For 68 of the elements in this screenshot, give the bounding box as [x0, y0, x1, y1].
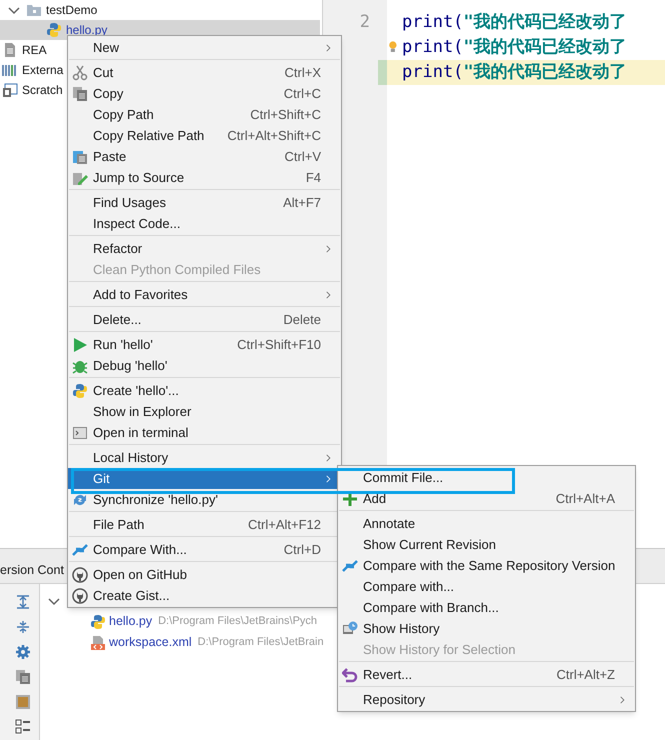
menu-item[interactable]: New [68, 37, 341, 58]
copy-icon [72, 86, 88, 102]
tree-item[interactable]: Scratch [22, 84, 63, 96]
menu-item[interactable]: Inspect Code... [68, 213, 341, 234]
menu-item[interactable]: Show in Explorer [68, 401, 341, 422]
menu-item[interactable]: Paste Ctrl+V [68, 146, 341, 167]
file-path: D:\Program Files\JetBrain [198, 635, 324, 650]
menu-item[interactable]: Add to Favorites [68, 284, 341, 305]
changed-file[interactable]: workspace.xml [109, 633, 192, 652]
tree-item[interactable]: Externa [22, 64, 64, 76]
menu-item[interactable]: Revert... Ctrl+Alt+Z [338, 664, 635, 685]
menu-item[interactable]: Repository [338, 689, 635, 710]
menu-item[interactable]: Refactor [68, 238, 341, 259]
menu-item[interactable]: Jump to Source F4 [68, 167, 341, 188]
cat-circle-icon [72, 588, 88, 604]
menu-item[interactable]: Compare with... [338, 576, 635, 597]
tree-item[interactable]: hello.py [66, 24, 108, 36]
square-icon[interactable] [15, 694, 31, 710]
changed-file[interactable]: hello.py [109, 612, 152, 631]
python-file-icon [46, 22, 62, 38]
settings-icon[interactable] [15, 644, 31, 660]
menu-item[interactable]: Show History [338, 618, 635, 639]
arrows-icon [342, 558, 358, 574]
bars-icon [2, 62, 18, 78]
menu-item[interactable]: Cut Ctrl+X [68, 62, 341, 83]
line-number: 2 [360, 10, 370, 34]
file-path: D:\Program Files\JetBrains\Pych [158, 614, 318, 630]
menu-item[interactable]: Annotate [338, 513, 635, 534]
menu-item[interactable]: Open on GitHub [68, 564, 341, 585]
menu-item[interactable]: Compare with the Same Repository Version [338, 555, 635, 576]
menu-item[interactable]: Compare With... Ctrl+D [68, 539, 341, 560]
scissors-icon [72, 64, 88, 80]
python-file-icon [90, 614, 106, 630]
collapse-all-icon[interactable] [15, 619, 31, 635]
terminal-icon [72, 424, 88, 440]
menu-item[interactable]: Synchronize 'hello.py' [68, 489, 341, 510]
code-line: print("我的代码已经改动了 [402, 36, 627, 59]
xml-file-icon [90, 634, 106, 650]
menu-item[interactable]: Create 'hello'... [68, 380, 341, 401]
menu-item[interactable]: Delete... Delete [68, 309, 341, 330]
copy-icon[interactable] [15, 669, 31, 685]
panel-title: ersion Cont [0, 562, 64, 579]
menu-item[interactable]: Add Ctrl+Alt+A [338, 488, 635, 509]
code-line: print("我的代码已经改动了 [402, 60, 627, 84]
expand-all-icon[interactable] [15, 594, 31, 610]
menu-item[interactable]: Copy Path Ctrl+Shift+C [68, 104, 341, 125]
play-icon [72, 336, 88, 352]
menu-item[interactable]: Copy Ctrl+C [68, 83, 341, 104]
code-line: print("我的代码已经改动了 [402, 10, 627, 34]
menu-item[interactable]: Debug 'hello' [68, 355, 341, 376]
menu-item[interactable]: Find Usages Alt+F7 [68, 192, 341, 213]
menu-item[interactable]: Create Gist... [68, 585, 341, 606]
menu-item[interactable]: Local History [68, 447, 341, 468]
menu-item[interactable]: Open in terminal [68, 422, 341, 443]
clipboard-icon [72, 148, 88, 164]
clock-monitor-icon [342, 620, 358, 636]
menu-item[interactable]: Copy Relative Path Ctrl+Alt+Shift+C [68, 125, 341, 146]
cat-circle-icon [72, 566, 88, 582]
tree-item[interactable]: REA [22, 44, 47, 56]
tree-item[interactable]: testDemo [46, 4, 98, 16]
checklist-icon[interactable] [15, 719, 31, 735]
menu-item[interactable]: File Path Ctrl+Alt+F12 [68, 514, 341, 535]
menu-item[interactable]: Compare with Branch... [338, 597, 635, 618]
arrows-icon [72, 542, 88, 558]
menu-item[interactable]: Run 'hello' Ctrl+Shift+F10 [68, 334, 341, 355]
python-file-icon [72, 382, 88, 398]
menu-item[interactable]: Show Current Revision [338, 534, 635, 555]
undo-icon [342, 666, 358, 682]
